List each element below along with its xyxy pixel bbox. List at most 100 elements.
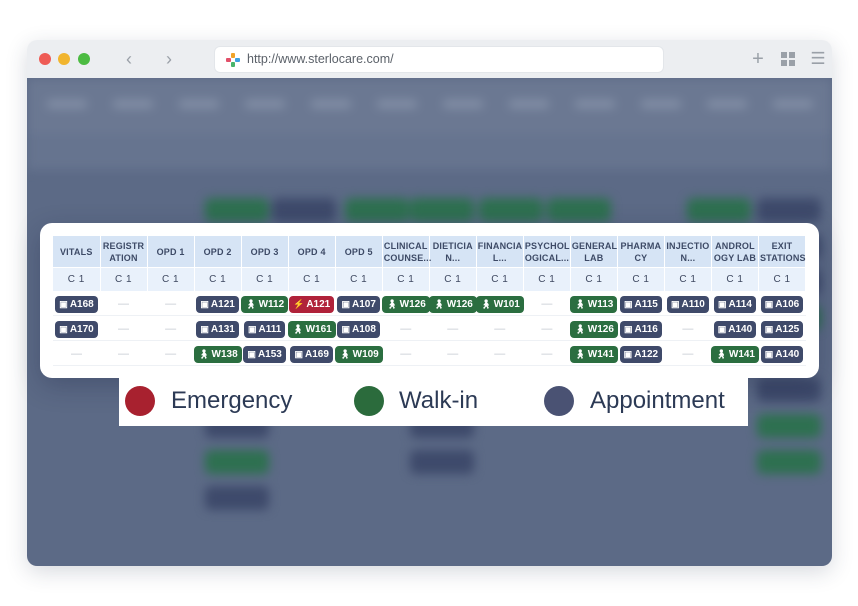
column-header: REGISTR ATION (100, 236, 148, 268)
counter-cell: C 1 (335, 267, 383, 291)
appointment-token[interactable]: ▣ A115 (619, 295, 662, 313)
column-header: ANDROL OGY LAB (711, 236, 759, 268)
walk-in-token[interactable]: 🚶︎ W126 (382, 295, 430, 313)
column-header: PSYCHOL OGICAL... (523, 236, 571, 268)
table-row: ▣ A168— — ▣ A121 🚶︎ W112 ⚡ A121 ▣ A107 🚶︎ W126 🚶︎ W126… (53, 291, 806, 316)
appointment-token[interactable]: ▣ A153 (243, 345, 286, 363)
appointment-token[interactable]: ▣ A114 (714, 295, 756, 313)
counter-cell: C 1 (382, 267, 430, 291)
queue-cell: ▣ A114 (711, 291, 759, 316)
appointment-token[interactable]: ▣ A116 (619, 320, 662, 338)
site-favicon-icon (226, 53, 240, 67)
empty-slot: — (165, 323, 177, 335)
address-bar[interactable]: http://www.sterlocare.com/ (214, 46, 664, 73)
emergency-token[interactable]: ⚡ A121 (289, 295, 335, 313)
appointment-token[interactable]: ▣ A125 (760, 320, 804, 338)
calendar-icon: ▣ (764, 348, 774, 359)
appointment-circle-icon (544, 386, 574, 416)
column-header: INJECTIO N... (664, 236, 712, 268)
appointment-token[interactable]: ▣ A108 (337, 320, 380, 338)
queue-cell: ▣ A116 (617, 315, 665, 341)
queue-cell: 🚶︎ W126 (382, 291, 430, 316)
column-header: VITALS (53, 236, 101, 268)
minimize-window-button[interactable] (58, 53, 70, 65)
grid-icon[interactable] (778, 49, 798, 69)
empty-slot: — (118, 348, 130, 360)
queue-cell: ⚡ A121 (288, 291, 336, 316)
appointment-token[interactable]: ▣ A122 (619, 345, 663, 363)
walking-person-icon: 🚶︎ (292, 323, 304, 334)
walk-in-token[interactable]: 🚶︎ W101 (476, 295, 524, 313)
appointment-token[interactable]: ▣ A106 (760, 295, 804, 313)
queue-cell: ▣ A140 (758, 340, 806, 366)
token-number: A122 (634, 348, 659, 360)
token-number: W113 (587, 298, 614, 310)
queue-cell: 🚶︎ W126 (429, 291, 477, 316)
column-header: EXIT STATIONS (758, 236, 807, 268)
appointment-token[interactable]: ▣ A131 (196, 320, 239, 338)
legend-label: Walk-in (399, 387, 479, 414)
calendar-icon: ▣ (247, 323, 257, 334)
appointment-token[interactable]: ▣ A169 (290, 345, 333, 363)
queue-cell: 🚶︎ W112 (241, 291, 289, 316)
walk-in-token[interactable]: 🚶︎ W141 (570, 345, 618, 363)
chevron-right-icon[interactable]: › (159, 48, 179, 70)
calendar-icon: ▣ (764, 298, 774, 309)
appointment-token[interactable]: ▣ A121 (196, 295, 239, 313)
empty-slot: — (447, 348, 459, 360)
empty-slot: — (541, 348, 553, 360)
walking-person-icon: 🚶︎ (574, 348, 586, 359)
walk-in-token[interactable]: 🚶︎ W112 (241, 295, 289, 313)
queue-cell: ▣ A121 (194, 291, 242, 316)
appointment-token[interactable]: ▣ A170 (55, 320, 98, 338)
counter-cell: C 1 (664, 267, 712, 291)
walk-in-token[interactable]: 🚶︎ W113 (570, 295, 618, 313)
queue-cell: — (664, 315, 712, 341)
empty-slot: — (165, 348, 177, 360)
counter-cell: C 1 (288, 267, 336, 291)
walk-in-token[interactable]: 🚶︎ W126 (570, 320, 618, 338)
walk-in-token[interactable]: 🚶︎ W138 (194, 345, 242, 363)
queue-cell: — (382, 340, 430, 366)
token-number: A106 (775, 298, 800, 310)
emergency-circle-icon (125, 386, 155, 416)
counter-cell: C 1 (147, 267, 195, 291)
walk-in-token[interactable]: 🚶︎ W141 (711, 345, 759, 363)
walk-in-token[interactable]: 🚶︎ W161 (288, 320, 336, 338)
legend: Emergency Walk-in Appointment (119, 378, 748, 426)
token-number: A168 (69, 298, 94, 310)
appointment-token[interactable]: ▣ A107 (337, 295, 380, 313)
counter-cell: C 1 (711, 267, 759, 291)
empty-slot: — (447, 323, 459, 335)
token-number: A169 (304, 348, 329, 360)
queue-cell: 🚶︎ W138 (194, 340, 242, 366)
hamburger-icon[interactable]: ☰ (808, 49, 828, 69)
appointment-token[interactable]: ▣ A140 (760, 345, 804, 363)
queue-cell: 🚶︎ W101 (476, 291, 524, 316)
appointment-token[interactable]: ▣ A110 (666, 295, 709, 313)
queue-cell: — (476, 315, 524, 341)
column-header: PHARMA CY (617, 236, 665, 268)
queue-table-card: VITALS REGISTR ATION OPD 1 OPD 2 OPD 3 OPD 4O… (40, 223, 819, 378)
empty-slot: — (682, 323, 694, 335)
plus-icon[interactable]: + (748, 49, 768, 69)
maximize-window-button[interactable] (78, 53, 90, 65)
appointment-token[interactable]: ▣ A140 (713, 320, 757, 338)
counter-cell: C 1 (53, 267, 101, 291)
walk-in-token[interactable]: 🚶︎ W126 (429, 295, 477, 313)
walk-in-token[interactable]: 🚶︎ W109 (335, 345, 383, 363)
calendar-icon: ▣ (59, 323, 68, 334)
walking-person-icon: 🚶︎ (339, 348, 351, 359)
queue-cell: — (429, 315, 477, 341)
token-number: W161 (305, 323, 332, 335)
legend-label: Appointment (590, 387, 725, 414)
appointment-token[interactable]: ▣ A111 (243, 320, 286, 338)
queue-cell: — (664, 340, 712, 366)
empty-slot: — (118, 323, 130, 335)
queue-cell: ▣ A107 (335, 291, 383, 316)
close-window-button[interactable] (39, 53, 51, 65)
token-number: W141 (728, 348, 755, 360)
appointment-token[interactable]: ▣ A168 (55, 295, 98, 313)
chevron-left-icon[interactable]: ‹ (119, 48, 139, 70)
calendar-icon: ▣ (623, 298, 633, 309)
